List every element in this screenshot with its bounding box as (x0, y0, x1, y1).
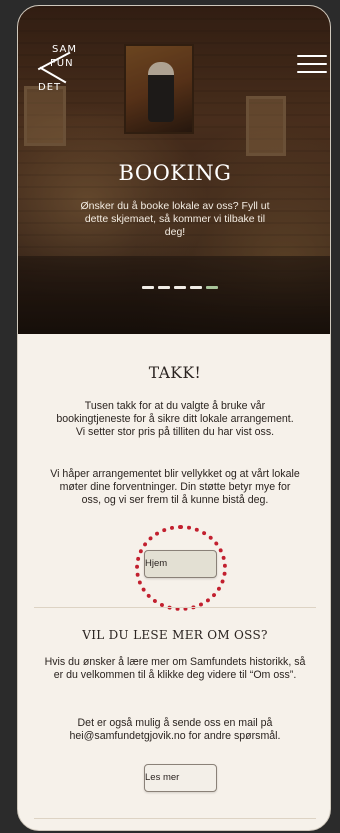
samfundet-logo[interactable]: SAM FUN DET (32, 44, 84, 96)
carousel-dot[interactable] (190, 286, 202, 289)
carousel-dot[interactable] (206, 286, 218, 289)
section-divider (34, 607, 316, 608)
thanks-section: TAKK! (18, 364, 330, 382)
thanks-paragraph-2: Vi håper arrangementet blir vellykket og… (50, 468, 300, 507)
hero-title: BOOKING (118, 161, 232, 185)
carousel-dot[interactable] (158, 286, 170, 289)
about-paragraph-1: Hvis du ønsker å lære mer om Samfundets … (44, 656, 306, 682)
about-section: VIL DU LESE MER OM OSS? (18, 628, 330, 642)
thanks-paragraph-1: Tusen takk for at du valgte å bruke vår … (56, 400, 294, 439)
carousel-dot[interactable] (174, 286, 186, 289)
carousel-dot[interactable] (142, 286, 154, 289)
carousel-indicators (142, 286, 218, 289)
hero-subtitle: Ønsker du å booke lokale av oss? Fyll ut… (80, 200, 270, 238)
thanks-title: TAKK! (148, 364, 202, 382)
phone-frame: SAM FUN DET BOOKING Ønsker du å booke lo… (17, 5, 331, 831)
hero-banner: SAM FUN DET BOOKING Ønsker du å booke lo… (18, 6, 330, 334)
about-title: VIL DU LESE MER OM OSS? (82, 628, 268, 642)
hamburger-menu-icon[interactable] (297, 55, 327, 77)
read-more-button[interactable]: Les mer (144, 764, 217, 792)
home-button[interactable]: Hjem (144, 550, 217, 578)
section-divider-bottom (34, 818, 316, 819)
about-paragraph-2: Det er også mulig å sende oss en mail på… (69, 717, 281, 743)
